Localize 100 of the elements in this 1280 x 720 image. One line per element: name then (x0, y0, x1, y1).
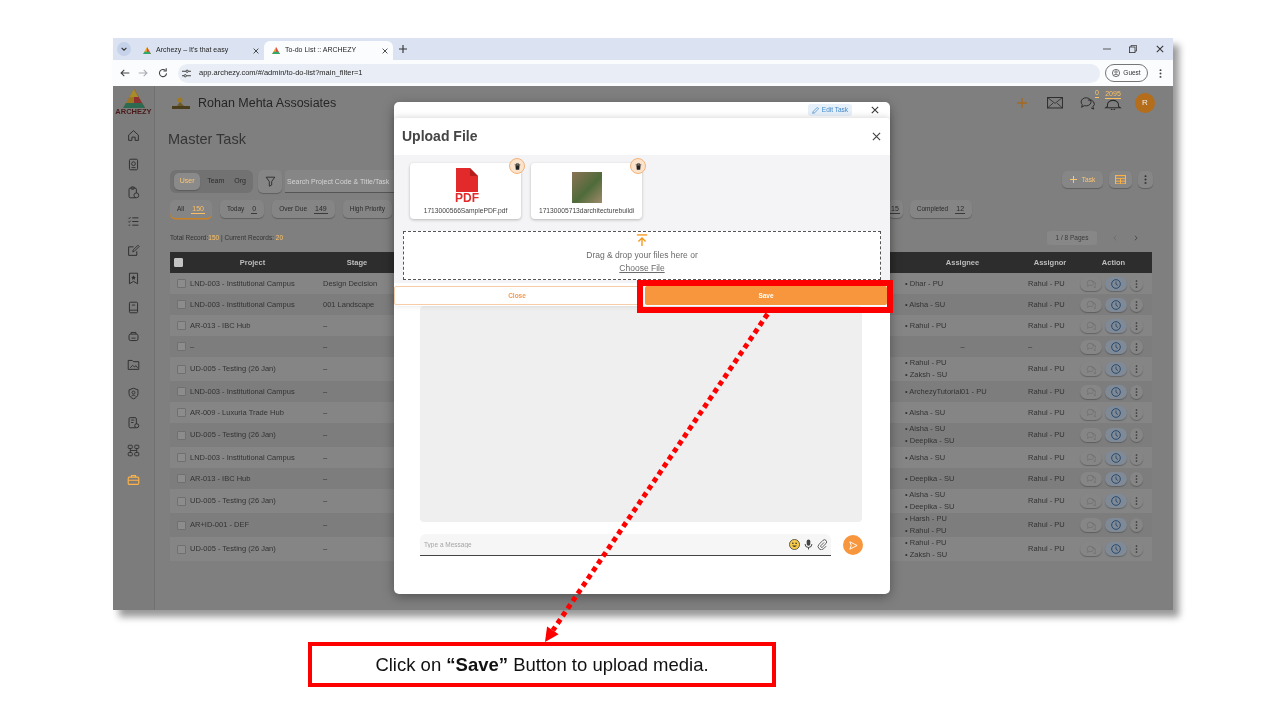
company-logo-icon (172, 97, 190, 109)
minimize-icon[interactable] (1102, 45, 1111, 53)
chat-button[interactable] (1080, 384, 1102, 399)
more-icon (1135, 300, 1138, 309)
clock-button[interactable] (1105, 384, 1127, 399)
mail-icon[interactable] (1047, 97, 1063, 109)
more-icon (1135, 545, 1138, 553)
row-checkbox[interactable] (177, 300, 186, 309)
select-all-checkbox[interactable] (174, 258, 183, 267)
chat-button[interactable] (1080, 494, 1102, 508)
more-button[interactable] (1130, 471, 1143, 486)
reload-icon[interactable] (158, 68, 168, 78)
send-icon (848, 540, 858, 550)
page-title: Master Task (168, 130, 246, 148)
more-button[interactable] (1130, 428, 1143, 442)
row-checkbox[interactable] (177, 544, 186, 554)
trash-icon (634, 162, 642, 170)
row-checkbox[interactable] (177, 430, 186, 440)
clock-button[interactable] (1105, 494, 1127, 508)
chat-button[interactable] (1080, 542, 1102, 556)
restore-icon[interactable] (1129, 45, 1138, 53)
delete-button[interactable] (509, 158, 525, 174)
chat-button[interactable] (1080, 339, 1102, 354)
clock-button[interactable] (1105, 542, 1127, 556)
table-icon (1115, 174, 1126, 185)
emoji-icon[interactable] (789, 539, 800, 550)
clock-button[interactable] (1105, 339, 1127, 354)
close-icon[interactable] (872, 132, 881, 141)
avatar[interactable]: R (1135, 93, 1155, 113)
more-icon (1135, 408, 1138, 417)
forward-arrow-icon[interactable] (138, 68, 148, 78)
more-button[interactable] (1130, 542, 1143, 556)
tab-list-button[interactable] (117, 42, 131, 56)
more-icon[interactable] (1159, 68, 1162, 78)
chat-button[interactable] (1080, 450, 1102, 465)
paperclip-icon[interactable] (817, 539, 827, 550)
chat-button[interactable] (1080, 276, 1102, 291)
clock-icon (1111, 364, 1121, 374)
clock-button[interactable] (1105, 276, 1127, 291)
chat-button[interactable] (1080, 428, 1102, 442)
more-icon (1135, 453, 1138, 462)
filter-button[interactable] (258, 170, 282, 193)
send-button[interactable] (843, 535, 863, 555)
mic-icon[interactable] (804, 539, 813, 550)
row-checkbox[interactable] (177, 387, 186, 396)
more-button[interactable] (1130, 297, 1143, 312)
choose-file-link[interactable]: Choose File (619, 263, 665, 273)
plus-icon (1069, 176, 1077, 183)
clock-button[interactable] (1105, 318, 1127, 333)
chevron-right-icon[interactable] (1133, 235, 1139, 241)
more-button[interactable] (1130, 362, 1143, 376)
clock-button[interactable] (1105, 471, 1127, 486)
clock-icon (1111, 452, 1121, 463)
row-checkbox[interactable] (177, 321, 186, 330)
site-info-icon[interactable] (182, 68, 191, 78)
chat-icon[interactable] (1079, 96, 1095, 110)
delete-button[interactable] (630, 158, 646, 174)
clock-icon (1111, 407, 1121, 418)
clock-button[interactable] (1105, 428, 1127, 442)
clock-button[interactable] (1105, 297, 1127, 312)
close-icon[interactable] (871, 106, 879, 114)
row-checkbox[interactable] (177, 520, 186, 530)
drop-zone[interactable]: Drag & drop your files here or Choose File (403, 231, 881, 280)
row-checkbox[interactable] (177, 279, 186, 288)
close-icon[interactable] (382, 47, 388, 54)
more-button[interactable] (1130, 384, 1143, 399)
chat-button[interactable] (1080, 297, 1102, 312)
clock-button[interactable] (1105, 362, 1127, 376)
more-button[interactable] (1130, 318, 1143, 333)
clock-button[interactable] (1105, 450, 1127, 465)
close-icon[interactable] (253, 47, 259, 54)
chat-button[interactable] (1080, 362, 1102, 376)
bell-icon[interactable] (1104, 99, 1122, 110)
chat-button[interactable] (1080, 318, 1102, 333)
close-icon[interactable] (1155, 45, 1164, 53)
more-button[interactable] (1130, 276, 1143, 291)
more-button[interactable] (1130, 518, 1143, 532)
more-button[interactable] (1138, 171, 1153, 188)
more-button[interactable] (1130, 494, 1143, 508)
clock-icon (1111, 473, 1121, 484)
back-arrow-icon[interactable] (120, 68, 130, 78)
chat-button[interactable] (1080, 405, 1102, 420)
more-button[interactable] (1130, 339, 1143, 354)
row-checkbox[interactable] (177, 474, 186, 483)
row-checkbox[interactable] (177, 342, 186, 351)
chat-button[interactable] (1080, 518, 1102, 532)
table-view-button[interactable] (1109, 171, 1132, 188)
row-checkbox[interactable] (177, 408, 186, 417)
clock-button[interactable] (1105, 405, 1127, 420)
clock-button[interactable] (1105, 518, 1127, 532)
trash-icon (513, 162, 521, 170)
chat-button[interactable] (1080, 471, 1102, 486)
upload-arrow-icon (636, 234, 648, 247)
row-checkbox[interactable] (177, 453, 186, 462)
more-button[interactable] (1130, 450, 1143, 465)
row-checkbox[interactable] (177, 496, 186, 506)
row-checkbox[interactable] (177, 364, 186, 374)
plus-icon[interactable] (399, 45, 407, 53)
clock-icon (1111, 386, 1121, 397)
more-button[interactable] (1130, 405, 1143, 420)
